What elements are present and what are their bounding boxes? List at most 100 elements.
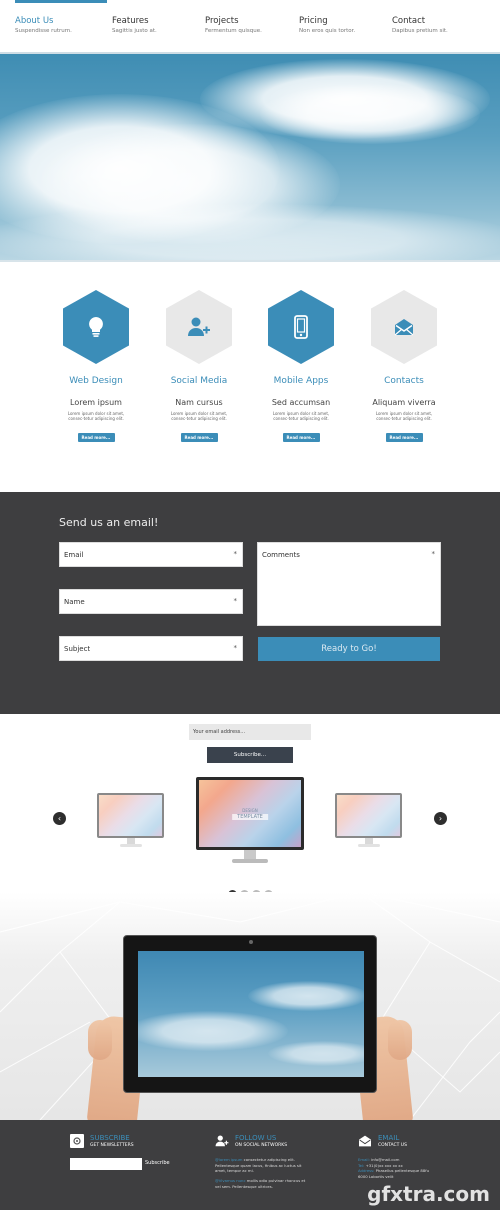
feature-social-media: Social Media Nam cursus Lorem ipsum dolo… [147, 290, 251, 443]
slider-next-arrow[interactable]: › [434, 812, 447, 825]
name-field-label: Name [64, 598, 85, 606]
nav-item-subtitle: Sagittis justo at. [112, 28, 157, 34]
hexagon-badge [166, 290, 232, 364]
add-user-icon [188, 317, 210, 336]
newsletter-subscribe-button[interactable]: Subscribe [145, 1160, 170, 1166]
add-user-icon [215, 1134, 229, 1148]
required-mark: * [233, 597, 238, 605]
hero-sky-banner [0, 52, 500, 262]
top-navigation: About Us Suspendisse rutrum. Features Sa… [0, 0, 500, 50]
newsletter-email-input[interactable] [70, 1158, 142, 1170]
nav-item-subtitle: Fermentum quisque. [205, 28, 262, 34]
footer-follow-text-2: @Vivamus nunc mollis odio pulvinar rhonc… [215, 1178, 310, 1189]
submit-button[interactable]: Ready to Go! [258, 637, 440, 661]
monitor-main-slide[interactable]: DESIGN TEMPLATE [196, 777, 304, 863]
feature-description: Lorem ipsum dolor sit amet, consec-tetur… [272, 411, 330, 421]
watermark: gfxtra.com [367, 1182, 490, 1206]
contact-heading: Send us an email! [59, 516, 159, 529]
slider-prev-arrow[interactable]: ‹ [53, 812, 66, 825]
feature-title: Web Design [69, 376, 123, 386]
read-more-button[interactable]: Read more... [282, 433, 320, 442]
feature-description: Lorem ipsum dolor sit amet, consec-tetur… [67, 411, 125, 421]
monitor-base [357, 844, 380, 847]
nav-item-title: Features [112, 16, 149, 26]
tablet-camera [249, 940, 253, 944]
nav-item-subtitle: Dapibus pretium sit. [392, 28, 448, 34]
feature-title: Contacts [384, 376, 424, 386]
feature-subtitle: Lorem ipsum [70, 398, 122, 407]
nav-item-title: Pricing [299, 16, 328, 26]
footer-subscribe-subheading: GET NEWSLETTERS [90, 1143, 134, 1148]
showcase-section: Your email address... Subscribe... ‹ › D… [0, 714, 500, 914]
footer-email-subheading: CONTACT US [378, 1143, 407, 1148]
feature-subtitle: Aliquam viverra [372, 398, 436, 407]
newsletter-icon [70, 1134, 84, 1148]
open-envelope-icon [394, 319, 414, 336]
hexagon-badge [63, 290, 129, 364]
contact-form-section: Send us an email! Email * Name * Subject… [0, 492, 500, 714]
name-field[interactable]: Name * [59, 589, 243, 614]
tablet-device [123, 935, 377, 1093]
feature-mobile-apps: Mobile Apps Sed accumsan Lorem ipsum dol… [249, 290, 353, 443]
footer-email-heading: EMAIL [378, 1134, 400, 1142]
social-handle-link[interactable]: @lorem ipsum [215, 1157, 242, 1162]
features-section: Web Design Lorem ipsum Lorem ipsum dolor… [0, 264, 500, 492]
nav-item-title: About Us [15, 16, 54, 26]
cloud [138, 1011, 288, 1051]
footer-follow-subheading: ON SOCIAL NETWORKS [235, 1143, 288, 1148]
tel-label: Tel: [358, 1162, 365, 1168]
monitor-base [232, 859, 268, 863]
comments-textarea[interactable]: Comments * [257, 542, 441, 626]
feature-web-design: Web Design Lorem ipsum Lorem ipsum dolor… [44, 290, 148, 443]
monitor-base [119, 844, 142, 847]
subject-field-label: Subject [64, 645, 91, 653]
nav-item-subtitle: Non eros quis tortor. [299, 28, 356, 34]
tablet-showcase-section [0, 892, 500, 1120]
address-label: Address: [358, 1168, 375, 1173]
monitor-screen [97, 793, 164, 838]
feature-title: Mobile Apps [273, 376, 329, 386]
feature-subtitle: Sed accumsan [271, 398, 331, 407]
feature-title: Social Media [170, 376, 228, 386]
feature-subtitle: Nam cursus [175, 398, 223, 407]
required-mark: * [233, 550, 238, 558]
nav-item-contact[interactable]: Contact Dapibus pretium sit. [392, 16, 448, 35]
banner-line-2: TEMPLATE [232, 813, 268, 820]
subject-field[interactable]: Subject * [59, 636, 243, 661]
subscribe-button[interactable]: Subscribe... [207, 747, 293, 763]
cloud [268, 1041, 364, 1066]
tel-value: +31(0)xx xxx xx xx [365, 1162, 403, 1168]
footer-contact-details: Email: info@mail.com Tel: +31(0)xx xxx x… [358, 1157, 438, 1179]
cloud [0, 204, 500, 260]
right-thumb [388, 1020, 412, 1060]
design-template-banner: DESIGN TEMPLATE [232, 808, 268, 820]
subscribe-email-input[interactable]: Your email address... [189, 724, 311, 740]
open-envelope-icon [358, 1134, 372, 1148]
required-mark: * [233, 644, 238, 652]
footer-subscribe-heading: SUBSCRIBE [90, 1134, 130, 1142]
email-field[interactable]: Email * [59, 542, 243, 567]
feature-contacts: Contacts Aliquam viverra Lorem ipsum dol… [352, 290, 456, 443]
nav-item-features[interactable]: Features Sagittis justo at. [112, 16, 157, 35]
nav-item-about-us[interactable]: About Us Suspendisse rutrum. [15, 16, 72, 35]
read-more-button[interactable]: Read more... [180, 433, 218, 442]
lightbulb-icon [89, 317, 103, 337]
email-value[interactable]: info@mail.com [371, 1157, 399, 1162]
monitor-screen [335, 793, 402, 838]
read-more-button[interactable]: Read more... [385, 433, 423, 442]
active-nav-indicator [15, 0, 107, 3]
cloud [260, 84, 480, 144]
social-handle-link[interactable]: @Vivamus nunc [215, 1178, 246, 1183]
read-more-button[interactable]: Read more... [77, 433, 115, 442]
nav-item-projects[interactable]: Projects Fermentum quisque. [205, 16, 262, 35]
smartphone-icon [294, 315, 308, 339]
nav-item-pricing[interactable]: Pricing Non eros quis tortor. [299, 16, 355, 35]
monitor-thumbnail-right[interactable] [335, 793, 402, 847]
left-thumb [88, 1020, 112, 1060]
monitor-thumbnail-left[interactable] [97, 793, 164, 847]
hexagon-badge [371, 290, 437, 364]
email-label: Email: [358, 1157, 370, 1162]
hexagon-badge [268, 290, 334, 364]
required-mark: * [431, 550, 436, 558]
tablet-screen [138, 951, 364, 1077]
